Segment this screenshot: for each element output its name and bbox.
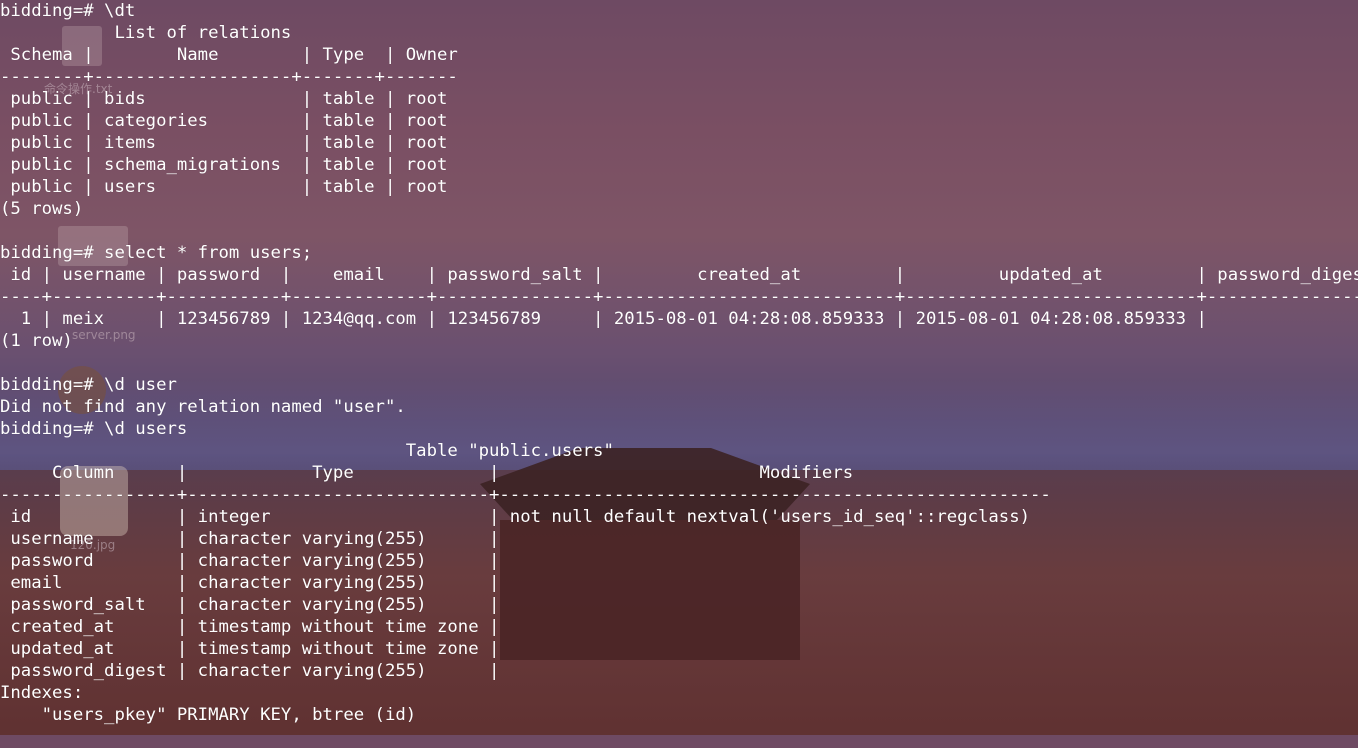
terminal-line: (5 rows) bbox=[0, 199, 84, 219]
terminal-line: public | bids | table | root bbox=[0, 89, 448, 109]
terminal-line: Did not find any relation named "user". bbox=[0, 397, 406, 417]
terminal-line: password_salt | character varying(255) | bbox=[0, 595, 500, 615]
terminal-line: created_at | timestamp without time zone… bbox=[0, 617, 500, 637]
terminal-line: "users_pkey" PRIMARY KEY, btree (id) bbox=[0, 705, 417, 725]
terminal-line: Indexes: bbox=[0, 683, 84, 703]
terminal-line: password_digest | character varying(255)… bbox=[0, 661, 500, 681]
terminal-line: -----------------+----------------------… bbox=[0, 485, 1051, 505]
terminal-line: id | username | password | email | passw… bbox=[0, 265, 1358, 285]
terminal-line: ----+----------+-----------+------------… bbox=[0, 287, 1358, 307]
terminal-line: updated_at | timestamp without time zone… bbox=[0, 639, 500, 659]
terminal-line: Column | Type | Modifiers bbox=[0, 463, 854, 483]
terminal-line: public | schema_migrations | table | roo… bbox=[0, 155, 448, 175]
terminal-line: bidding=# select * from users; bbox=[0, 243, 313, 263]
terminal-line: public | users | table | root bbox=[0, 177, 448, 197]
terminal-line: email | character varying(255) | bbox=[0, 573, 500, 593]
terminal-line: --------+-------------------+-------+---… bbox=[0, 67, 458, 87]
terminal-line: 1 | meix | 123456789 | 1234@qq.com | 123… bbox=[0, 309, 1207, 329]
terminal-line: bidding=# \d users bbox=[0, 419, 188, 439]
terminal-line: Table "public.users" bbox=[0, 441, 614, 461]
terminal-line: List of relations bbox=[0, 23, 292, 43]
terminal-output[interactable]: bidding=# \dt List of relations Schema |… bbox=[0, 0, 1358, 748]
terminal-line: bidding=# \d user bbox=[0, 375, 177, 395]
terminal-line: public | items | table | root bbox=[0, 133, 448, 153]
terminal-line: (1 row) bbox=[0, 331, 73, 351]
terminal-line: bidding=# \dt bbox=[0, 1, 136, 21]
terminal-line: id | integer | not null default nextval(… bbox=[0, 507, 1031, 527]
terminal-line: Schema | Name | Type | Owner bbox=[0, 45, 469, 65]
terminal-line: username | character varying(255) | bbox=[0, 529, 500, 549]
terminal-line: password | character varying(255) | bbox=[0, 551, 500, 571]
terminal-line: public | categories | table | root bbox=[0, 111, 448, 131]
